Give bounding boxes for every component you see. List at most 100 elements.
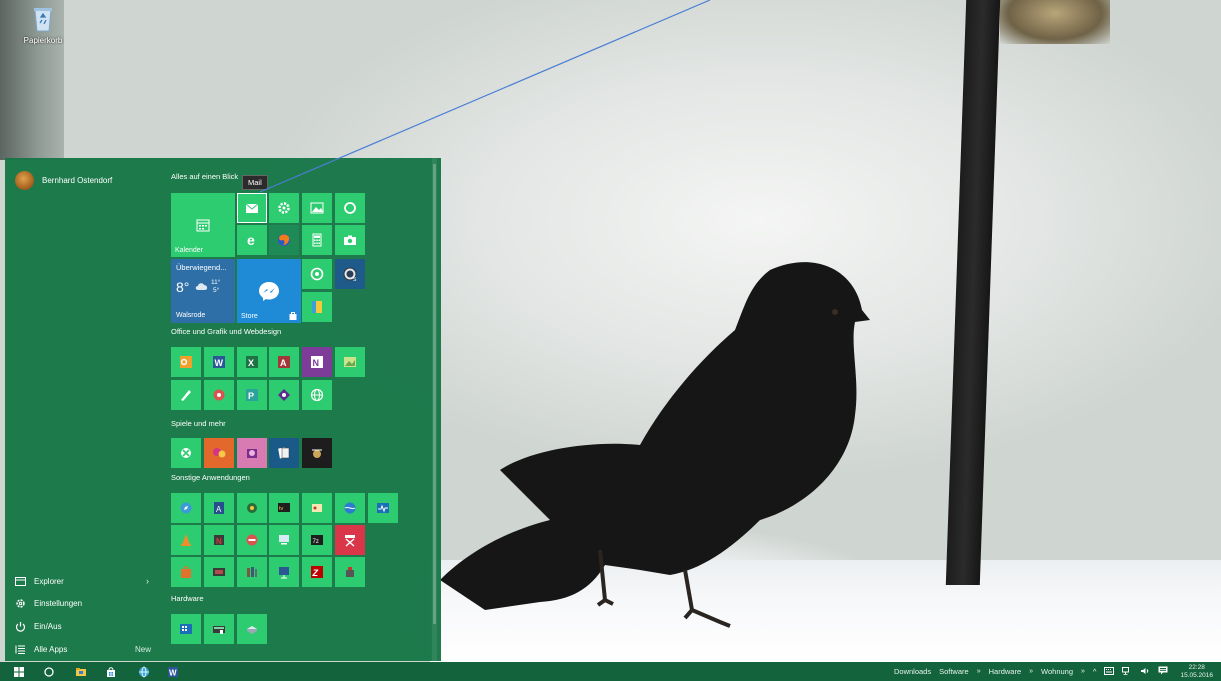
tile-game-app[interactable]: S: [335, 259, 365, 289]
tile-hardware-3[interactable]: [237, 614, 267, 644]
group-header[interactable]: Office und Grafik und Webdesign: [171, 327, 281, 336]
tile-candy-crush-soda[interactable]: [237, 438, 267, 468]
tile-app-19[interactable]: [335, 557, 365, 587]
toolbar-downloads[interactable]: Downloads: [894, 667, 931, 676]
tile-label: Store: [241, 313, 258, 320]
tile-excel[interactable]: X: [237, 347, 267, 377]
tile-app-14[interactable]: [171, 557, 201, 587]
tile-app-2[interactable]: A: [204, 493, 234, 523]
tile-app-11[interactable]: [269, 525, 299, 555]
tile-app-7[interactable]: [368, 493, 398, 523]
show-hidden-icons-chevron-icon[interactable]: ^: [1093, 667, 1097, 676]
toolbar-wohnung[interactable]: Wohnung: [1041, 667, 1073, 676]
tile-app-9[interactable]: N: [204, 525, 234, 555]
tile-app-12[interactable]: 7z: [302, 525, 332, 555]
group-header[interactable]: Hardware: [171, 594, 204, 603]
tile-app-6[interactable]: [335, 493, 365, 523]
wallpaper-feeder: [1000, 0, 1110, 44]
tile-app-15[interactable]: [204, 557, 234, 587]
tile-vlc[interactable]: [171, 525, 201, 555]
tile-cortana[interactable]: [335, 193, 365, 223]
keyboard-icon[interactable]: [1104, 666, 1115, 677]
network-icon[interactable]: [1122, 666, 1132, 677]
start-button[interactable]: [6, 662, 32, 681]
tile-xbox[interactable]: [171, 438, 201, 468]
chevron-right-icon[interactable]: ›: [146, 576, 149, 586]
tile-solitaire[interactable]: [269, 438, 299, 468]
taskbar-file-explorer[interactable]: [68, 662, 94, 681]
svg-text:X: X: [248, 358, 254, 368]
avatar: [15, 171, 34, 190]
scrollbar-thumb[interactable]: [433, 164, 436, 624]
tile-groove[interactable]: [302, 259, 332, 289]
tile-filezilla[interactable]: Z: [302, 557, 332, 587]
group-header[interactable]: Sonstige Anwendungen: [171, 473, 250, 482]
tile-firefox[interactable]: [269, 225, 299, 255]
tile-app-13[interactable]: [335, 525, 365, 555]
tile-access[interactable]: A: [269, 347, 299, 377]
start-item-label: Alle Apps: [34, 644, 68, 654]
tile-weather[interactable]: Überwiegend... 8° 11° 5° Walsrode: [171, 259, 235, 323]
tile-app-16[interactable]: [237, 557, 267, 587]
start-item-ein-aus[interactable]: Ein/Aus: [15, 615, 163, 638]
taskbar-browser[interactable]: [131, 662, 157, 681]
tile-calculator[interactable]: [302, 225, 332, 255]
start-item-alle-apps[interactable]: Alle Apps New: [15, 638, 163, 661]
group-header[interactable]: Spiele und mehr: [171, 419, 226, 428]
tile-word[interactable]: W: [204, 347, 234, 377]
word-icon: W: [168, 666, 178, 677]
tile-web-editor[interactable]: [269, 380, 299, 410]
recycle-bin-icon: [34, 8, 52, 32]
toolbar-chevron-icon[interactable]: »: [1029, 668, 1033, 675]
outlook-icon: [180, 356, 192, 368]
tile-design-app[interactable]: [204, 380, 234, 410]
taskbar-word[interactable]: W: [160, 662, 186, 681]
tile-candy-crush[interactable]: [204, 438, 234, 468]
tile-photos[interactable]: [302, 193, 332, 223]
weather-condition: Überwiegend...: [176, 263, 227, 272]
tile-edge[interactable]: e: [237, 225, 267, 255]
filezilla-icon: Z: [311, 566, 323, 578]
toolbar-hardware[interactable]: Hardware: [989, 667, 1022, 676]
tile-app-3[interactable]: [237, 493, 267, 523]
user-account[interactable]: Bernhard Ostendorf: [15, 171, 112, 190]
mail-icon: [245, 203, 259, 213]
notifications-icon[interactable]: [1158, 666, 1168, 677]
start-item-explorer[interactable]: Explorer ›: [15, 570, 163, 593]
taskbar-store[interactable]: [98, 662, 124, 681]
tile-app-10[interactable]: [237, 525, 267, 555]
start-menu-scrollbar[interactable]: [432, 158, 437, 661]
toolbar-chevron-icon[interactable]: »: [1081, 668, 1085, 675]
tile-onenote[interactable]: N: [302, 347, 332, 377]
tile-maps[interactable]: [302, 292, 332, 322]
tile-hardware-1[interactable]: [171, 614, 201, 644]
tile-store[interactable]: Store: [237, 259, 301, 323]
tile-camera[interactable]: [335, 225, 365, 255]
recycle-bin-shortcut[interactable]: Papierkorb: [20, 6, 66, 45]
tile-wild-tangent-game[interactable]: [302, 438, 332, 468]
tile-publisher[interactable]: P: [237, 380, 267, 410]
volume-icon[interactable]: [1140, 667, 1150, 677]
tile-app-5[interactable]: [302, 493, 332, 523]
group-header[interactable]: Alles auf einen Blick: [171, 172, 238, 181]
tile-kalender[interactable]: Kalender: [171, 193, 235, 257]
tile-settings[interactable]: [269, 193, 299, 223]
toolbar-chevron-icon[interactable]: »: [977, 668, 981, 675]
list-icon: [15, 644, 26, 655]
tile-mail[interactable]: [237, 193, 267, 223]
tile-app-4[interactable]: tv: [269, 493, 299, 523]
start-item-einstellungen[interactable]: Einstellungen: [15, 593, 163, 616]
tile-app-1[interactable]: [171, 493, 201, 523]
clock[interactable]: 22:28 15.05.2016: [1180, 664, 1213, 680]
tile-graphics-app[interactable]: [171, 380, 201, 410]
svg-text:P: P: [248, 391, 254, 401]
toolbar-software[interactable]: Software: [939, 667, 969, 676]
tile-picture-manager[interactable]: [335, 347, 365, 377]
clock-time: 22:28: [1188, 663, 1205, 671]
tile-outlook[interactable]: [171, 347, 201, 377]
tile-browser[interactable]: [302, 380, 332, 410]
cortana-search-button[interactable]: [36, 662, 62, 681]
tile-hardware-2[interactable]: [204, 614, 234, 644]
tile-app-17[interactable]: [269, 557, 299, 587]
stop-badge-icon: [246, 534, 258, 546]
